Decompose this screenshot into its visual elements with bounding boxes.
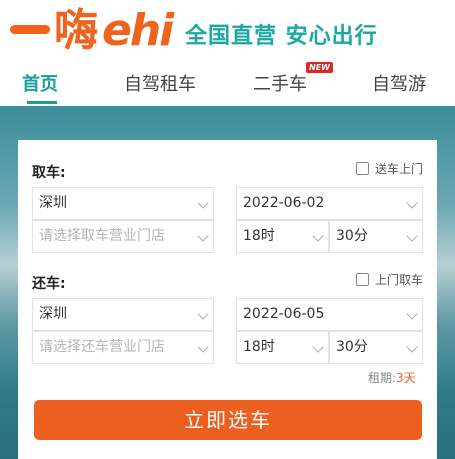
chevron-down-icon bbox=[197, 197, 209, 209]
pickup-city-select[interactable]: 深圳 bbox=[32, 187, 214, 220]
pickup-city-value: 深圳 bbox=[39, 195, 67, 211]
home-pickup-checkbox-label: 上门取车 bbox=[375, 273, 424, 287]
pickup-label: 取车: bbox=[32, 165, 66, 181]
chevron-down-icon bbox=[406, 308, 418, 320]
pickup-store-select[interactable]: 请选择取车营业门店 bbox=[32, 220, 214, 253]
pickup-date-select[interactable]: 2022-06-02 bbox=[236, 187, 423, 220]
chevron-down-icon bbox=[406, 230, 418, 242]
return-city-value: 深圳 bbox=[39, 306, 67, 322]
nav-used-cars[interactable]: 二手车 bbox=[253, 70, 307, 96]
return-date-select[interactable]: 2022-06-05 bbox=[236, 298, 423, 331]
return-store-select[interactable]: 请选择还车营业门店 bbox=[32, 331, 214, 364]
new-badge: NEW bbox=[306, 62, 333, 73]
return-hour-value: 18时 bbox=[243, 339, 275, 355]
return-city-select[interactable]: 深圳 bbox=[32, 298, 214, 331]
pickup-store-placeholder: 请选择取车营业门店 bbox=[39, 228, 165, 244]
home-pickup-checkbox[interactable]: 上门取车 bbox=[356, 271, 423, 288]
logo-mark: 嗨 ehi bbox=[10, 9, 174, 53]
lease-value: 3天 bbox=[396, 371, 416, 385]
nav-self-drive-rental[interactable]: 自驾租车 bbox=[124, 70, 196, 96]
pickup-minute-value: 30分 bbox=[336, 228, 368, 244]
logo-char: 嗨 bbox=[54, 5, 98, 56]
main-nav: 首页 自驾租车 二手车 NEW 自驾游 bbox=[0, 62, 455, 106]
nav-self-drive-tour[interactable]: 自驾游 bbox=[372, 70, 426, 96]
delivery-checkbox-label: 送车上门 bbox=[375, 162, 424, 176]
checkbox-box[interactable] bbox=[356, 162, 369, 175]
chevron-down-icon bbox=[406, 341, 418, 353]
site-header: 嗨 ehi 全国直营 安心出行 bbox=[0, 0, 455, 62]
select-car-button[interactable]: 立即选车 bbox=[34, 400, 422, 440]
chevron-down-icon bbox=[312, 230, 324, 242]
chevron-down-icon bbox=[197, 230, 209, 242]
logo-dash bbox=[10, 24, 50, 34]
nav-home[interactable]: 首页 bbox=[22, 70, 58, 96]
pickup-hour-value: 18时 bbox=[243, 228, 275, 244]
chevron-down-icon bbox=[312, 341, 324, 353]
lease-duration: 租期:3天 bbox=[368, 369, 416, 386]
return-date-value: 2022-06-05 bbox=[243, 306, 325, 322]
chevron-down-icon bbox=[406, 197, 418, 209]
chevron-down-icon bbox=[197, 308, 209, 320]
return-store-placeholder: 请选择还车营业门店 bbox=[39, 339, 165, 355]
delivery-checkbox[interactable]: 送车上门 bbox=[356, 160, 423, 177]
nav-active-indicator bbox=[27, 101, 57, 104]
return-minute-value: 30分 bbox=[336, 339, 368, 355]
return-minute-select[interactable]: 30分 bbox=[329, 331, 423, 364]
pickup-date-value: 2022-06-02 bbox=[243, 195, 325, 211]
pickup-minute-select[interactable]: 30分 bbox=[329, 220, 423, 253]
booking-form: 取车: 送车上门 深圳 2022-06-02 请选择取车营业门店 18时 30分… bbox=[18, 140, 437, 459]
lease-label: 租期: bbox=[368, 371, 397, 385]
return-label: 还车: bbox=[32, 276, 66, 292]
ehi-logo[interactable]: 嗨 ehi bbox=[10, 2, 174, 60]
brand-slogan: 全国直营 安心出行 bbox=[185, 24, 378, 49]
logo-ehi: ehi bbox=[102, 5, 174, 56]
pickup-hour-select[interactable]: 18时 bbox=[236, 220, 329, 253]
chevron-down-icon bbox=[197, 341, 209, 353]
return-hour-select[interactable]: 18时 bbox=[236, 331, 329, 364]
checkbox-box[interactable] bbox=[356, 273, 369, 286]
